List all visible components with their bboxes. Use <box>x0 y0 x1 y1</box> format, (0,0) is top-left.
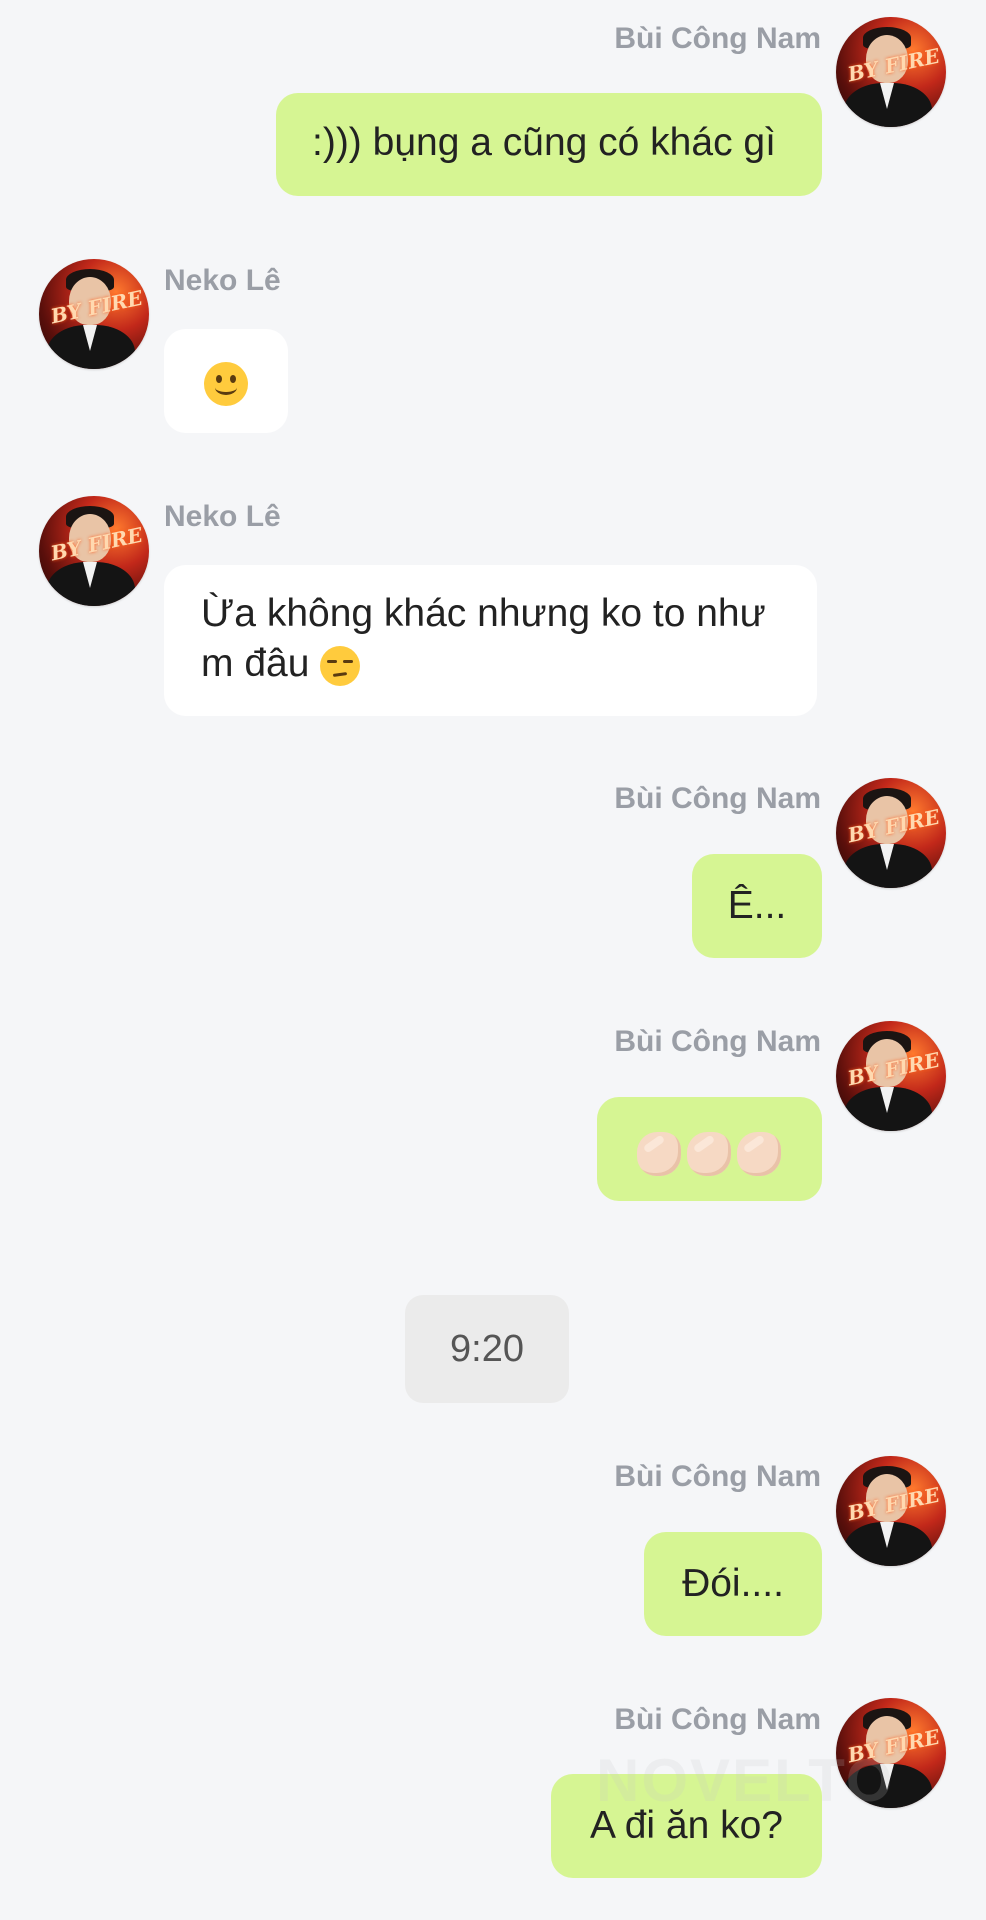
avatar[interactable]: BY FIRE <box>39 496 149 606</box>
watermark: NOVELTO <box>596 1747 895 1814</box>
sender-name: Bùi Công Nam <box>614 1703 821 1736</box>
message-text: Ê... <box>727 884 787 927</box>
unamused-face-icon <box>320 645 361 686</box>
backhand-pointing-icon <box>737 1131 781 1176</box>
sender-name: Neko Lê <box>164 264 281 297</box>
message-text: :))) bụng a cũng có khác gì <box>312 121 776 164</box>
message-bubble[interactable] <box>164 329 288 433</box>
avatar[interactable]: BY FIRE <box>39 259 149 369</box>
sender-name: Bùi Công Nam <box>614 1460 821 1493</box>
sender-name: Bùi Công Nam <box>614 782 821 815</box>
backhand-pointing-icon <box>637 1131 681 1176</box>
avatar[interactable]: BY FIRE <box>836 778 946 888</box>
avatar[interactable]: BY FIRE <box>836 17 946 127</box>
avatar[interactable]: BY FIRE <box>836 1456 946 1566</box>
message-bubble[interactable]: Ừa không khác nhưng ko to như m đâu <box>164 565 817 716</box>
message-bubble[interactable]: Đói.... <box>644 1532 822 1636</box>
sender-name: Bùi Công Nam <box>614 1025 821 1058</box>
sender-name: Neko Lê <box>164 500 281 533</box>
backhand-pointing-icon <box>687 1131 731 1176</box>
message-text-line: Ừa không khác nhưng ko to như <box>201 592 766 635</box>
chat-thread[interactable]: BY FIRE Bùi Công Nam :))) bụng a cũng có… <box>0 0 986 1920</box>
slightly-smiling-face-icon <box>204 361 248 406</box>
message-bubble[interactable]: Ê... <box>692 854 822 958</box>
time-separator: 9:20 <box>405 1295 569 1403</box>
message-bubble[interactable]: :))) bụng a cũng có khác gì <box>276 93 822 196</box>
message-text-line: m đâu <box>201 639 780 689</box>
message-text: Đói.... <box>682 1562 784 1605</box>
sender-name: Bùi Công Nam <box>614 22 821 55</box>
avatar[interactable]: BY FIRE <box>836 1021 946 1131</box>
message-bubble[interactable] <box>597 1097 822 1201</box>
